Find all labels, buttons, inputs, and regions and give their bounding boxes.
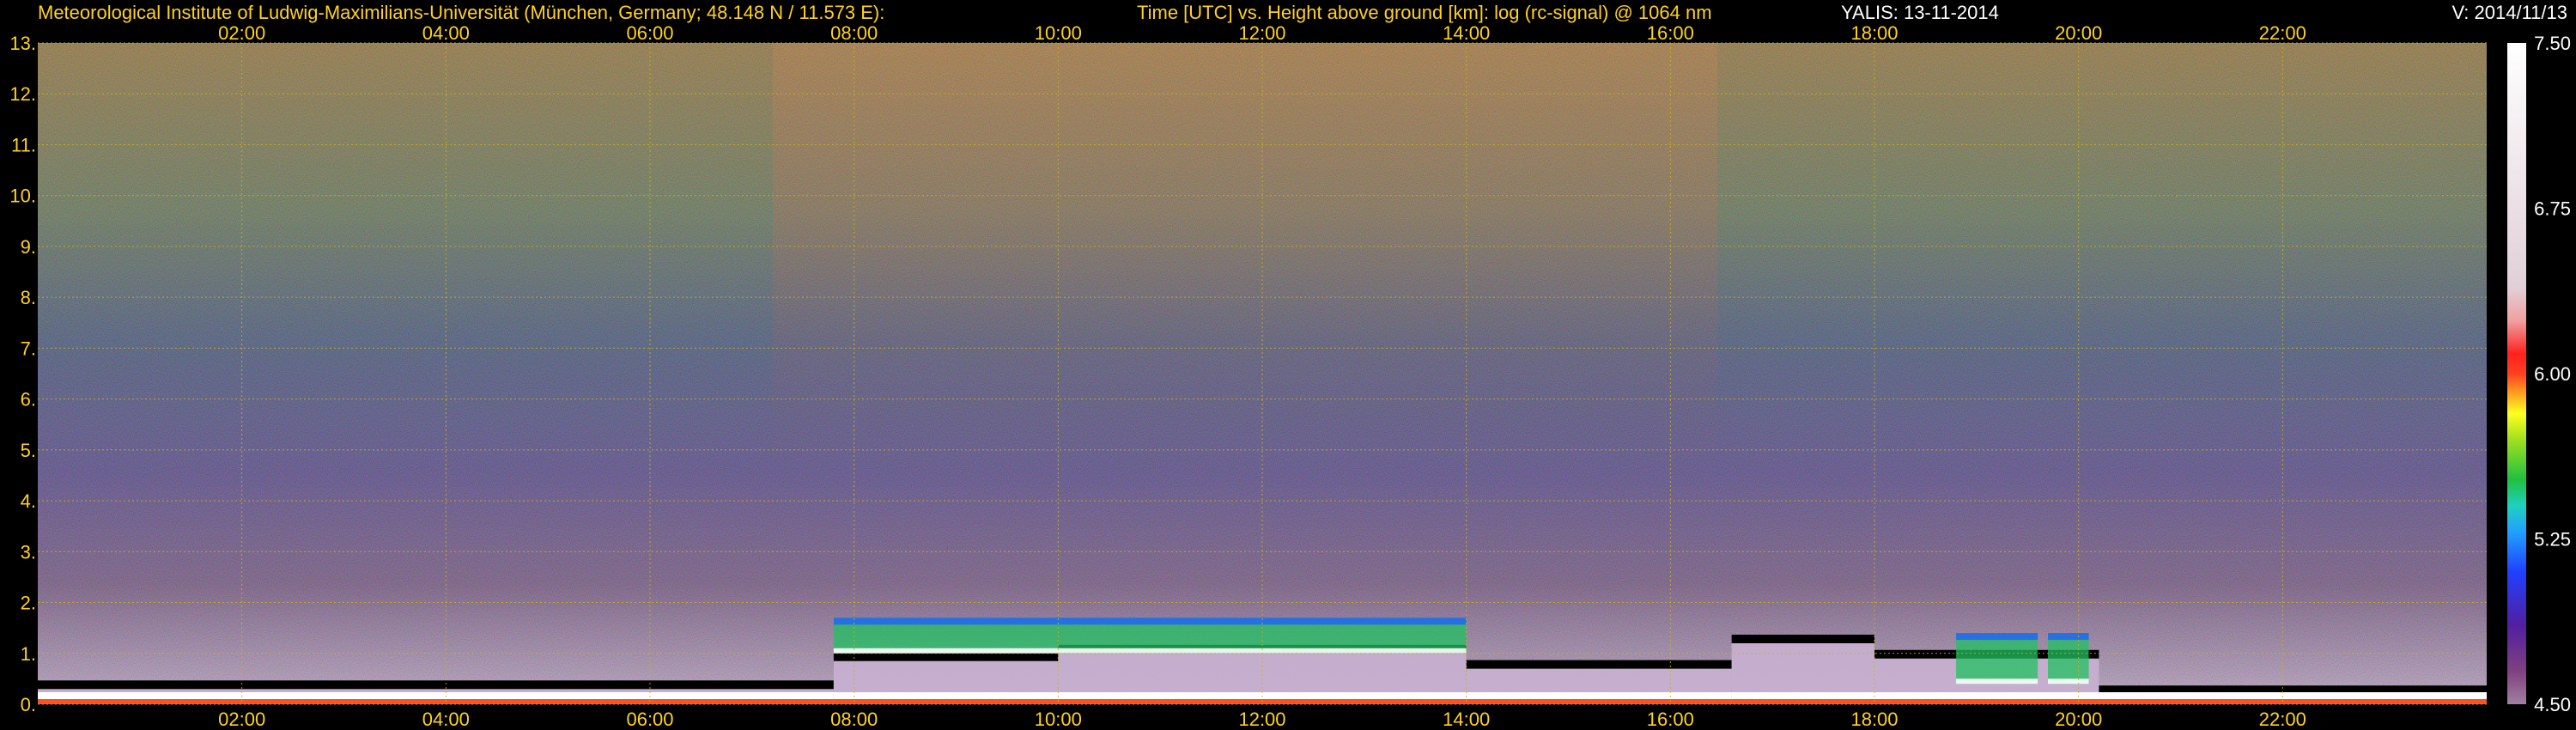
x-tick-top-label: 06:00 (626, 22, 673, 44)
y-tick-label: 13. (9, 33, 36, 54)
near-surface-band (38, 699, 834, 704)
x-tick-bottom-label: 18:00 (1850, 709, 1898, 730)
colorbar-tick-label: 7.50 (2534, 33, 2571, 54)
x-axis-top-ticks: 02:00 04:00 06:00 08:00 10:00 12:00 14:00 16:00… (218, 22, 2306, 44)
colorbar-tick-label: 6.00 (2534, 363, 2571, 385)
cloud-base-edge (2048, 678, 2089, 684)
x-tick-bottom-label: 02:00 (218, 709, 265, 730)
y-tick-label: 1. (21, 643, 36, 665)
y-axis-ticks: 0. 1. 2. 3. 4. 5. 6. 7. 8. 9. 10. 11. 12. 13. (9, 33, 36, 715)
surface-signal-band (2099, 692, 2487, 699)
x-tick-bottom-label: 14:00 (1443, 709, 1490, 730)
lidar-quicklook-figure: Meteorological Institute of Ludwig-Maxim… (9, 2, 2571, 730)
x-tick-bottom-label: 04:00 (422, 709, 470, 730)
boundary-layer-top-band (38, 680, 834, 690)
boundary-layer-top-band (1466, 660, 1732, 669)
y-tick-label: 3. (21, 541, 36, 563)
near-surface-band (1731, 699, 1874, 704)
x-axis-bottom-ticks: 02:00 04:00 06:00 08:00 10:00 12:00 14:00 16:00… (218, 709, 2306, 730)
y-tick-label: 8. (21, 287, 36, 308)
version-label: V: 2014/11/13 (2451, 2, 2567, 23)
surface-signal-band (1466, 692, 1732, 699)
chart-title: Time [UTC] vs. Height above ground [km]:… (1137, 2, 1712, 23)
x-tick-top-label: 18:00 (1850, 22, 1898, 44)
institute-label: Meteorological Institute of Ludwig-Maxim… (38, 2, 884, 23)
y-tick-label: 0. (21, 694, 36, 715)
x-tick-bottom-label: 08:00 (830, 709, 878, 730)
x-tick-top-label: 20:00 (2055, 22, 2102, 44)
colorbar-tick-label: 4.50 (2534, 694, 2571, 715)
y-tick-label: 4. (21, 490, 36, 512)
x-tick-top-label: 04:00 (422, 22, 470, 44)
near-surface-band (2099, 699, 2487, 704)
colorbar-gradient (2507, 43, 2526, 704)
near-surface-band (833, 699, 1059, 704)
y-tick-label: 11. (11, 134, 36, 155)
y-tick-label: 2. (21, 593, 36, 614)
y-tick-label: 10. (9, 186, 36, 207)
x-tick-bottom-label: 10:00 (1035, 709, 1082, 730)
x-tick-top-label: 22:00 (2259, 22, 2306, 44)
x-tick-top-label: 14:00 (1443, 22, 1490, 44)
y-tick-label: 9. (21, 236, 36, 258)
colorbar-ticks: 7.50 6.75 6.00 5.25 4.50 (2534, 33, 2571, 715)
y-tick-label: 6. (21, 389, 36, 411)
cloud-layer (2048, 633, 2089, 684)
x-tick-top-label: 10:00 (1035, 22, 1082, 44)
x-tick-top-label: 08:00 (830, 22, 878, 44)
cloud-top-edge (833, 617, 1467, 625)
plot-area (38, 42, 2487, 705)
cloud-base-edge (1956, 678, 2038, 684)
x-tick-bottom-label: 22:00 (2259, 709, 2306, 730)
y-tick-label: 5. (21, 440, 36, 461)
x-tick-bottom-label: 06:00 (626, 709, 673, 730)
cloud-base-edge (833, 648, 1467, 654)
x-tick-bottom-label: 16:00 (1647, 709, 1694, 730)
y-tick-label: 12. (9, 83, 36, 105)
near-surface-band (1874, 699, 2099, 704)
colorbar-tick-label: 6.75 (2534, 198, 2571, 220)
y-tick-label: 7. (21, 338, 36, 359)
cloud-top-edge (1956, 633, 2038, 641)
cloud-layer (1956, 633, 2038, 684)
surface-signal-band (1874, 692, 2099, 699)
x-tick-bottom-label: 12:00 (1238, 709, 1285, 730)
x-tick-top-label: 12:00 (1238, 22, 1285, 44)
header: Meteorological Institute of Ludwig-Maxim… (38, 2, 2567, 23)
colorbar-tick-label: 5.25 (2534, 529, 2571, 551)
near-surface-band (1466, 699, 1732, 704)
x-tick-bottom-label: 20:00 (2055, 709, 2102, 730)
colorbar: 7.50 6.75 6.00 5.25 4.50 (2507, 33, 2571, 715)
surface-signal-band (833, 692, 1059, 699)
x-tick-top-label: 16:00 (1647, 22, 1694, 44)
boundary-layer-top-band (1731, 635, 1874, 643)
surface-signal-band (1731, 692, 1874, 699)
surface-signal-band (38, 692, 834, 699)
cloud-top-edge (2048, 633, 2089, 641)
x-tick-top-label: 02:00 (218, 22, 265, 44)
instrument-date-label: YALIS: 13-11-2014 (1841, 2, 1999, 23)
